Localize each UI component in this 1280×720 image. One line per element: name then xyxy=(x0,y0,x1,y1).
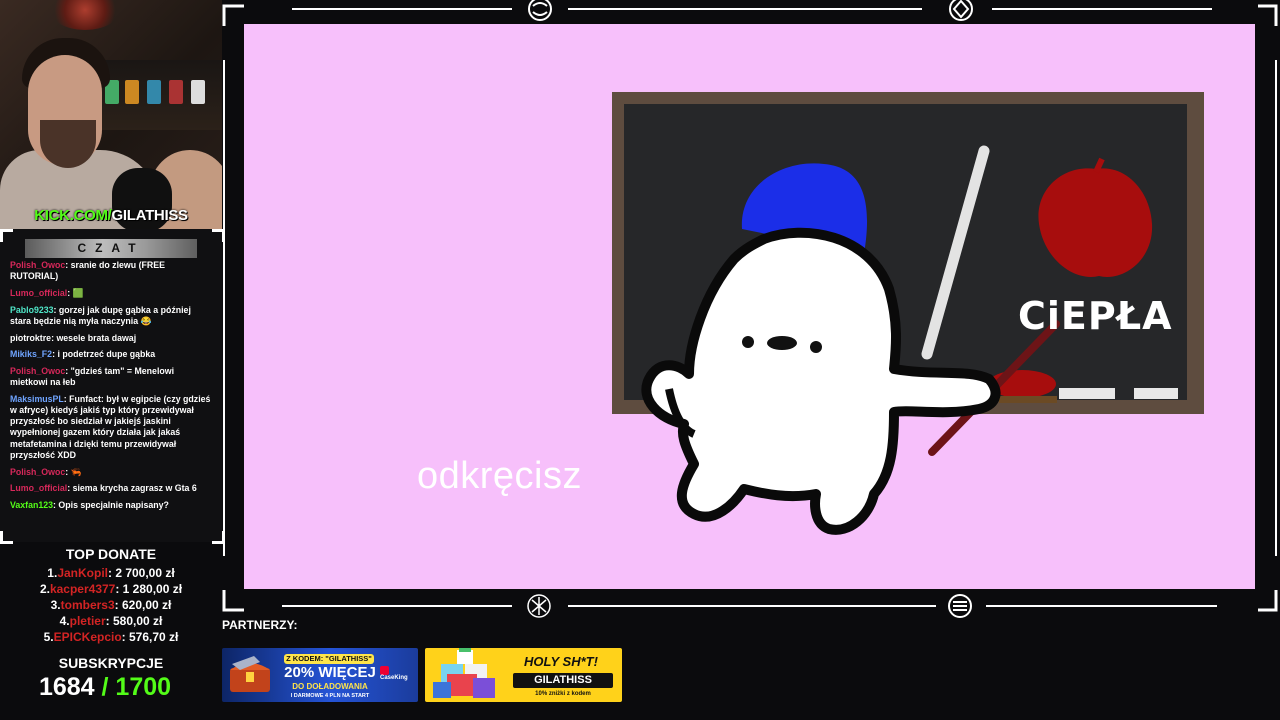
chat-message: Polish_Owoc: 🦐 xyxy=(10,466,82,477)
donate-name: EPICKepcio xyxy=(53,630,122,644)
chat-message: Vaxfan123: Opis specjalnie napisany? xyxy=(10,499,169,510)
donate-entry: 1.JanKopil: 2 700,00 zł xyxy=(0,566,222,580)
chat-message: Mikiks_F2: i podetrzeć dupe gąbka xyxy=(10,349,156,360)
donate-rank: 4. xyxy=(59,614,70,628)
donate-entry: 5.EPICKepcio: 576,70 zł xyxy=(0,630,222,644)
donate-name: tombers3 xyxy=(60,598,115,612)
chat-text: 🟩 xyxy=(72,287,84,298)
video-subtitle: odkręcisz xyxy=(417,455,582,497)
holy-code: GILATHISS xyxy=(513,673,613,688)
casedrop-ad-banner[interactable]: Z KODEM: "GILATHISS" 20% WIĘCEJ DO DOŁAD… xyxy=(222,648,418,702)
donate-amount: : 620,00 zł xyxy=(114,598,172,612)
donate-amount: : 1 280,00 zł xyxy=(115,582,183,596)
subs-current: 1684 xyxy=(38,673,95,701)
chat-message: Pablo9233: gorzej jak dupę gąbka a późni… xyxy=(10,304,191,326)
partners-label: PARTNERZY: xyxy=(222,618,298,632)
subs-title: SUBSKRYPCJE xyxy=(58,655,164,671)
channel-url: KICK.COM/GILATHISS xyxy=(34,207,188,224)
donate-name: JanKopil xyxy=(57,566,108,580)
chat-username[interactable]: Lumo_official xyxy=(10,288,67,298)
casedrop-code: Z KODEM: "GILATHISS" xyxy=(284,654,374,664)
chat-message: MaksimusPL: Funfact: był w egipcie (czy … xyxy=(10,393,211,460)
donate-rank: 2. xyxy=(39,582,50,596)
chat-message: Polish_Owoc: "gdzieś tam" = Menelowi mie… xyxy=(10,365,175,388)
chat-username[interactable]: Lumo_official xyxy=(10,483,67,493)
chat-text: wesele brata dawaj xyxy=(56,332,137,343)
board-word: CiEPŁA xyxy=(1018,294,1173,338)
chat-username[interactable]: MaksimusPL xyxy=(10,394,64,404)
emblem-icon-top-left xyxy=(528,0,552,21)
chat-message: piotroktre: wesele brata dawaj xyxy=(10,332,137,343)
chat-text: Opis specjalnie napisany? xyxy=(58,499,169,510)
webcam-feed xyxy=(0,0,222,232)
chat-username[interactable]: piotroktre xyxy=(10,333,51,343)
chat-text: siema krycha zagrasz w Gta 6 xyxy=(72,483,197,494)
chest-icon xyxy=(230,656,270,692)
donate-amount: : 580,00 zł xyxy=(105,614,163,628)
casedrop-headline: 20% WIĘCEJ xyxy=(284,664,376,681)
emblem-icon-bottom-right xyxy=(948,594,972,618)
casedrop-line3: I DARMOWE 4 PLN NA START xyxy=(290,693,370,699)
holy-ad-banner[interactable]: HOLY SH*T! GILATHISS 10% zniżki z kodem xyxy=(425,648,622,702)
product-boxes-icon xyxy=(433,648,495,698)
casedrop-line2: DO DOŁADOWANIA xyxy=(292,682,368,691)
donate-amount: : 2 700,00 zł xyxy=(107,566,175,580)
chat-text: i podetrzeć dupe gąbka xyxy=(57,349,156,360)
subs-goal: / 1700 xyxy=(101,673,172,701)
cartoon-scene: CiEPŁA xyxy=(612,92,1204,535)
donate-entry: 4.pletier: 580,00 zł xyxy=(0,614,222,628)
emblem-icon-bottom-left xyxy=(527,594,551,618)
chat-username[interactable]: Pablo9233 xyxy=(10,305,54,315)
chat-username[interactable]: Vaxfan123 xyxy=(10,500,53,510)
donate-rank: 3. xyxy=(50,598,61,612)
chat-message: Polish_Owoc: sranie do zlewu (FREE RUTOR… xyxy=(10,260,165,282)
donate-entry: 2.kacper4377: 1 280,00 zł xyxy=(0,582,222,596)
casedrop-logo: CaseKing xyxy=(380,666,418,681)
donate-amount: : 576,70 zł xyxy=(121,630,179,644)
chat-message: Lumo_official: 🟩 xyxy=(10,287,84,298)
donate-rank: 1. xyxy=(47,566,58,580)
chat-message: Lumo_official: siema krycha zagrasz w Gt… xyxy=(10,483,197,494)
chat-corner-tl xyxy=(0,229,13,242)
video-content: CiEPŁA odkręcisz xyxy=(244,24,1255,589)
emblem-icon-top-right xyxy=(949,0,973,21)
donate-entry: 3.tombers3: 620,00 zł xyxy=(0,598,222,612)
chat-username[interactable]: Polish_Owoc xyxy=(10,366,65,376)
chat-username[interactable]: Polish_Owoc xyxy=(10,260,65,270)
donate-rank: 5. xyxy=(43,630,54,644)
donate-name: kacper4377 xyxy=(49,582,116,596)
chat-title: CZAT xyxy=(25,239,197,258)
chat-messages: Polish_Owoc: sranie do zlewu (FREE RUTOR… xyxy=(10,260,212,517)
holy-headline: HOLY SH*T! xyxy=(524,654,598,669)
subs-counter: 1684 / 1700 xyxy=(0,673,210,702)
top-donate-title: TOP DONATE xyxy=(65,546,157,562)
chat-username[interactable]: Polish_Owoc xyxy=(10,467,65,477)
donate-name: pletier xyxy=(69,614,106,628)
chat-corner-bl xyxy=(0,531,13,544)
chat-text: 🦐 xyxy=(70,466,82,477)
chat-username[interactable]: Mikiks_F2 xyxy=(10,349,52,359)
holy-discount: 10% zniżki z kodem xyxy=(535,691,591,697)
